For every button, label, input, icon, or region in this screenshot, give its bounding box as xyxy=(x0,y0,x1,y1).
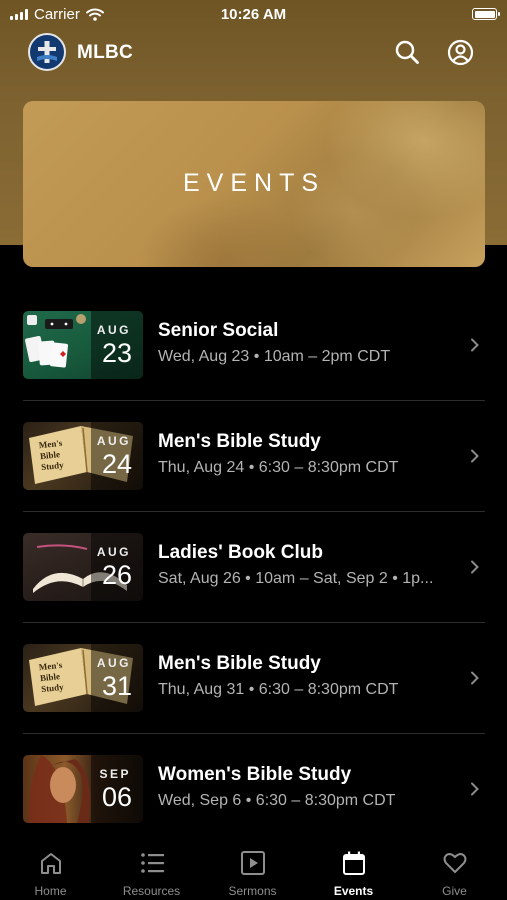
event-month: AUG xyxy=(96,656,131,670)
event-row[interactable]: Men's Bible Study AUG 24 Men's Bible Study… xyxy=(0,401,507,512)
event-row[interactable]: SEP 06 Women's Bible Study Wed, Sep 6 • … xyxy=(0,734,507,845)
event-row[interactable]: AUG 23 Senior Social Wed, Aug 23 • 10am … xyxy=(0,290,507,401)
event-day: 23 xyxy=(101,338,132,368)
event-title: Men's Bible Study xyxy=(158,431,321,452)
event-row[interactable]: Men's Bible Study AUG 31 Men's Bible Study… xyxy=(0,623,507,734)
status-time: 10:26 AM xyxy=(220,6,287,23)
event-thumbnail: Men's Bible Study AUG 24 xyxy=(23,422,143,490)
battery-icon xyxy=(472,8,500,20)
calendar-icon xyxy=(342,851,365,875)
search-icon[interactable] xyxy=(393,38,421,66)
tab-resources[interactable]: Resources xyxy=(101,838,202,900)
tab-events[interactable]: Events xyxy=(303,838,404,900)
events-hero-banner: EVENTS xyxy=(23,101,485,267)
event-title: Women's Bible Study xyxy=(158,764,352,785)
event-subtitle: Thu, Aug 31 • 6:30 – 8:30pm CDT xyxy=(158,681,399,698)
chevron-right-icon xyxy=(471,671,479,685)
hero-title: EVENTS xyxy=(182,169,326,197)
event-thumbnail: AUG 26 xyxy=(23,533,143,601)
event-subtitle: Sat, Aug 26 • 10am – Sat, Sep 2 • 1p... xyxy=(158,570,434,587)
tab-label: Events xyxy=(333,884,374,898)
tab-sermons[interactable]: Sermons xyxy=(202,838,303,900)
event-thumbnail: AUG 23 xyxy=(23,311,143,379)
event-title: Senior Social xyxy=(158,320,279,341)
event-month: AUG xyxy=(96,545,131,559)
event-row[interactable]: AUG 26 Ladies' Book Club Sat, Aug 26 • 1… xyxy=(0,512,507,623)
event-month: SEP xyxy=(99,767,131,781)
event-thumbnail: Men's Bible Study AUG 31 xyxy=(23,644,143,712)
play-icon xyxy=(240,851,265,875)
app-title: MLBC xyxy=(77,42,134,63)
event-month: AUG xyxy=(96,323,131,337)
event-subtitle: Wed, Aug 23 • 10am – 2pm CDT xyxy=(158,348,391,365)
account-icon[interactable] xyxy=(446,38,474,66)
heart-icon xyxy=(443,853,466,873)
chevron-right-icon xyxy=(471,782,479,796)
tab-label: Give xyxy=(442,884,467,898)
chevron-right-icon xyxy=(471,338,479,352)
tab-label: Home xyxy=(34,884,67,898)
list-icon xyxy=(140,853,164,873)
event-day: 06 xyxy=(101,782,132,812)
event-day: 26 xyxy=(101,560,132,590)
event-subtitle: Wed, Sep 6 • 6:30 – 8:30pm CDT xyxy=(158,792,396,809)
church-logo-icon[interactable] xyxy=(28,33,66,71)
tab-label: Resources xyxy=(122,884,181,898)
tab-bar: Home Resources Sermons Events Give xyxy=(0,838,507,900)
event-subtitle: Thu, Aug 24 • 6:30 – 8:30pm CDT xyxy=(158,459,399,476)
event-month: AUG xyxy=(96,434,131,448)
event-day: 31 xyxy=(101,671,132,701)
chevron-right-icon xyxy=(471,560,479,574)
thumbnail-caption: Men's Bible Study xyxy=(38,659,65,695)
home-icon xyxy=(40,853,61,874)
tab-home[interactable]: Home xyxy=(0,838,101,900)
thumbnail-caption: Men's Bible Study xyxy=(38,437,65,473)
tab-give[interactable]: Give xyxy=(404,838,505,900)
event-day: 24 xyxy=(101,449,132,479)
chevron-right-icon xyxy=(471,449,479,463)
status-bar: Carrier 10:26 AM xyxy=(0,0,507,30)
tab-label: Sermons xyxy=(228,884,277,898)
app-bar: MLBC xyxy=(0,30,507,76)
event-title: Men's Bible Study xyxy=(158,653,321,674)
event-thumbnail: SEP 06 xyxy=(23,755,143,823)
event-title: Ladies' Book Club xyxy=(158,542,323,563)
